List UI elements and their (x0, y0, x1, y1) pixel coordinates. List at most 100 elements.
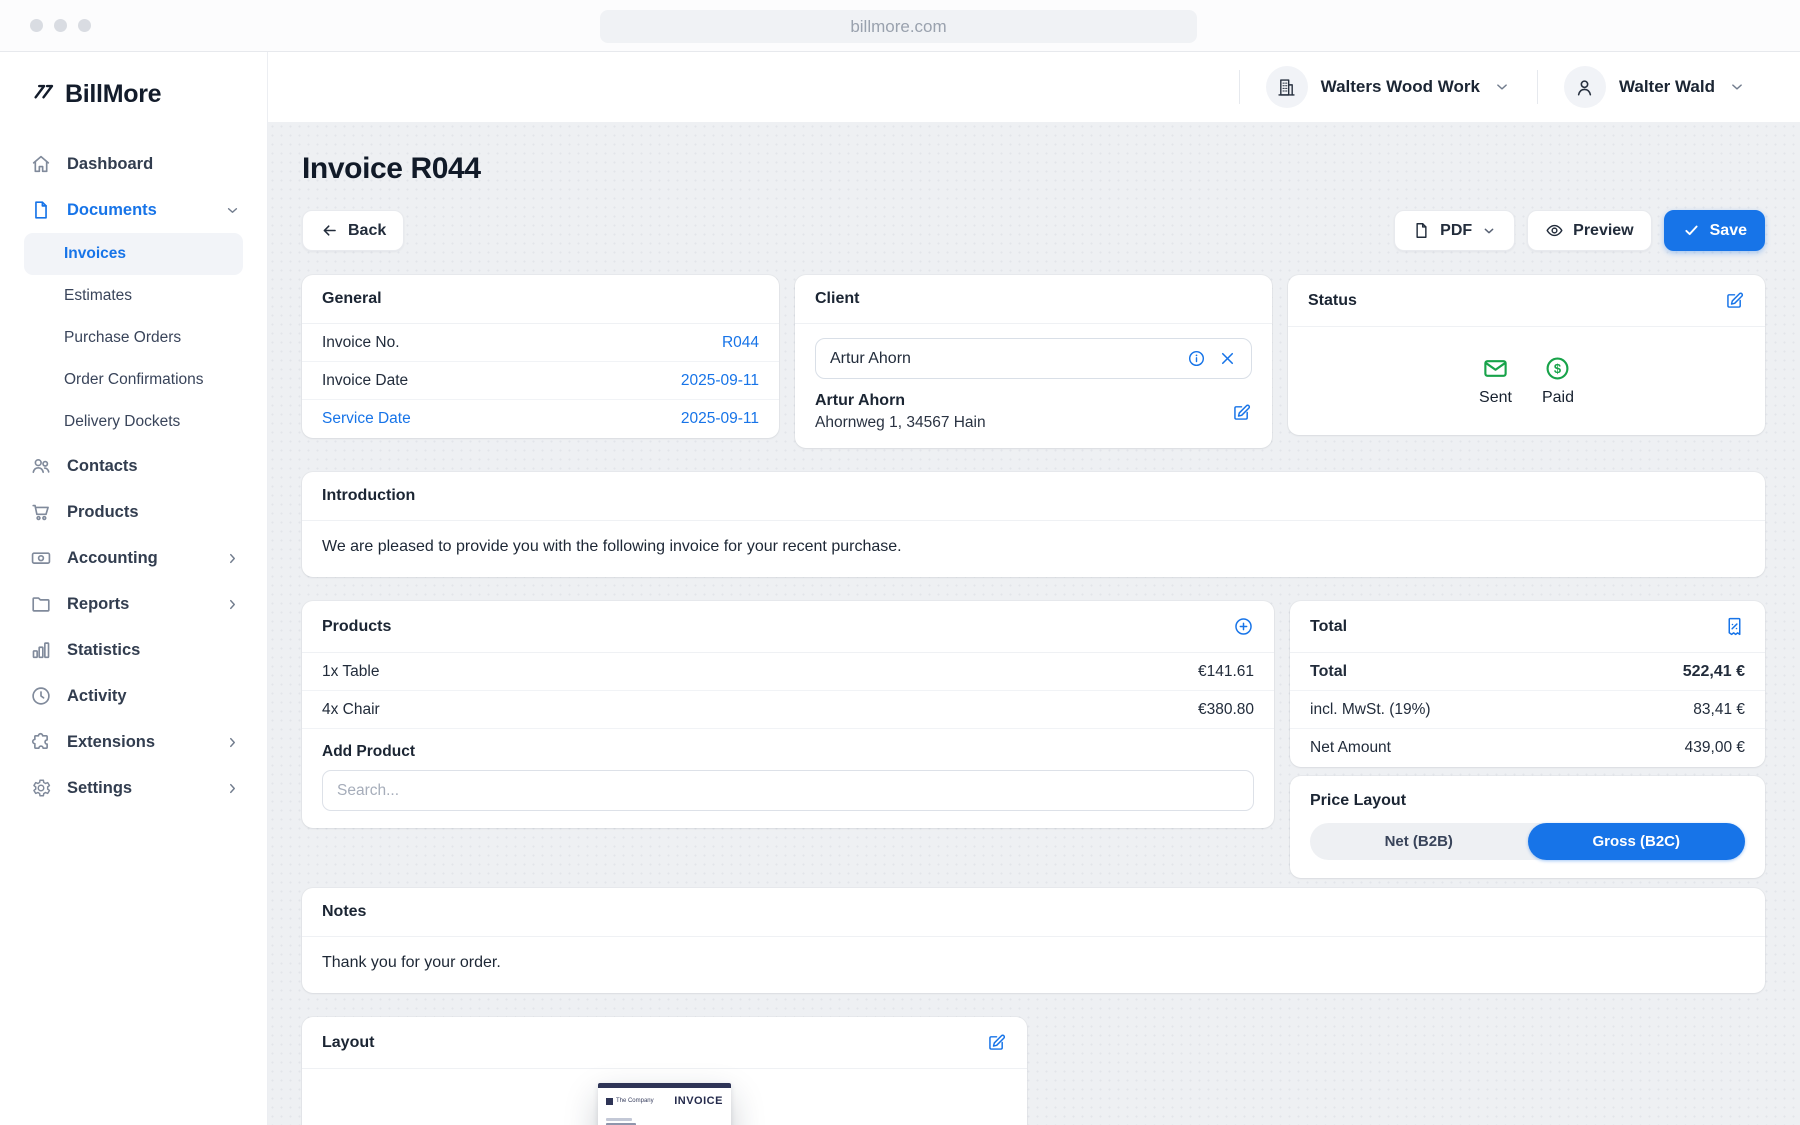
status-badge-sent: Sent (1479, 355, 1512, 407)
window-close-button[interactable] (30, 19, 43, 32)
puzzle-icon (30, 731, 52, 753)
folder-icon (30, 593, 52, 615)
status-card-title: Status (1288, 275, 1765, 327)
price-layout-card: Price Layout Net (B2B) Gross (B2C) (1290, 776, 1765, 878)
sidebar-item-purchase-orders[interactable]: Purchase Orders (24, 317, 243, 359)
sidebar-item-documents[interactable]: Documents (0, 187, 267, 233)
introduction-card-title: Introduction (302, 472, 1765, 521)
svg-text:$: $ (1554, 361, 1561, 376)
client-card: Client Artur Ahorn Ahornweg 1, 34567 Hai… (795, 275, 1272, 448)
notes-text: Thank you for your order. (302, 937, 1765, 993)
building-icon (1276, 77, 1297, 98)
service-date-value[interactable]: 2025-09-11 (681, 410, 759, 428)
sidebar-item-products[interactable]: Products (0, 489, 267, 535)
invoice-no-label: Invoice No. (322, 334, 400, 352)
thumbnail-invoice-title: INVOICE (674, 1095, 723, 1107)
sidebar-item-estimates[interactable]: Estimates (24, 275, 243, 317)
chevron-right-icon (224, 550, 241, 567)
sidebar-item-delivery-dockets[interactable]: Delivery Dockets (24, 401, 243, 443)
status-badge-paid: $ Paid (1542, 355, 1574, 407)
products-card: Products 1x Table €141.61 4x Chair €380.… (302, 601, 1274, 828)
page-content: Invoice R044 Back PDF Preview (268, 122, 1800, 1125)
invoice-no-value[interactable]: R044 (722, 334, 759, 352)
pdf-button[interactable]: PDF (1394, 210, 1515, 251)
toggle-option-net-b2b[interactable]: Net (B2B) (1310, 823, 1528, 860)
arrow-left-icon (320, 221, 339, 240)
client-details: Artur Ahorn Ahornweg 1, 34567 Hain (815, 392, 1252, 432)
close-icon[interactable] (1218, 349, 1237, 368)
envelope-icon (1482, 355, 1509, 382)
service-date-label[interactable]: Service Date (322, 410, 411, 428)
sidebar-item-dashboard[interactable]: Dashboard (0, 141, 267, 187)
preview-button[interactable]: Preview (1527, 210, 1651, 251)
company-switcher[interactable]: Walters Wood Work (1240, 66, 1537, 108)
net-amount-row: Net Amount 439,00 € (1290, 729, 1765, 767)
receipt-percent-icon[interactable] (1724, 616, 1745, 637)
total-card-title: Total (1290, 601, 1765, 653)
invoice-date-value[interactable]: 2025-09-11 (681, 372, 759, 390)
sidebar-item-accounting[interactable]: Accounting (0, 535, 267, 581)
plus-circle-icon[interactable] (1233, 616, 1254, 637)
app-logo[interactable]: BillMore (0, 52, 267, 109)
product-row[interactable]: 4x Chair €380.80 (302, 691, 1274, 729)
client-name: Artur Ahorn (815, 392, 986, 410)
sidebar-item-statistics[interactable]: Statistics (0, 627, 267, 673)
status-badges: Sent $ Paid (1288, 327, 1765, 435)
browser-chrome: billmore.com (0, 0, 1800, 52)
page-title: Invoice R044 (302, 152, 1765, 186)
thumbnail-company-logo: The Company (606, 1098, 654, 1105)
total-card: Total Total 522,41 € incl. MwSt. (19%) 8… (1290, 601, 1765, 767)
toggle-option-gross-b2c[interactable]: Gross (B2C) (1528, 823, 1746, 860)
save-button[interactable]: Save (1664, 210, 1765, 251)
cart-icon (30, 501, 52, 523)
bar-chart-icon (30, 639, 52, 661)
top-header: Walters Wood Work Walter Wald (268, 52, 1800, 122)
notes-card-title: Notes (302, 888, 1765, 937)
chevron-down-icon (1728, 78, 1746, 96)
invoice-template-thumbnail[interactable]: The Company INVOICE (598, 1083, 731, 1125)
user-menu[interactable]: Walter Wald (1538, 66, 1772, 108)
product-row[interactable]: 1x Table €141.61 (302, 653, 1274, 691)
introduction-card: Introduction We are pleased to provide y… (302, 472, 1765, 577)
general-card-title: General (302, 275, 779, 324)
client-card-title: Client (795, 275, 1272, 324)
edit-icon[interactable] (1231, 402, 1252, 423)
toolbar-actions: PDF Preview Save (1394, 210, 1765, 251)
sidebar-item-reports[interactable]: Reports (0, 581, 267, 627)
product-name: 1x Table (322, 663, 379, 681)
sidebar-item-invoices[interactable]: Invoices (24, 233, 243, 275)
sidebar: BillMore Dashboard Documents Invoices Es… (0, 52, 268, 1125)
product-price: €380.80 (1198, 701, 1254, 719)
url-bar[interactable]: billmore.com (600, 10, 1197, 43)
person-icon (1574, 77, 1595, 98)
sidebar-item-order-confirmations[interactable]: Order Confirmations (24, 359, 243, 401)
sidebar-item-contacts[interactable]: Contacts (0, 443, 267, 489)
status-card: Status Sent $ Paid (1288, 275, 1765, 435)
sidebar-item-settings[interactable]: Settings (0, 765, 267, 811)
price-layout-toggle: Net (B2B) Gross (B2C) (1310, 823, 1745, 860)
invoice-date-label: Invoice Date (322, 372, 408, 390)
edit-icon[interactable] (986, 1032, 1007, 1053)
sidebar-item-activity[interactable]: Activity (0, 673, 267, 719)
layout-card: Layout The Company INVOICE (302, 1017, 1027, 1125)
home-icon (30, 153, 52, 175)
dollar-circle-icon: $ (1544, 355, 1571, 382)
sidebar-item-extensions[interactable]: Extensions (0, 719, 267, 765)
window-maximize-button[interactable] (78, 19, 91, 32)
edit-icon[interactable] (1724, 290, 1745, 311)
layout-card-title: Layout (302, 1017, 1027, 1069)
client-address: Ahornweg 1, 34567 Hain (815, 414, 986, 432)
info-icon[interactable] (1187, 349, 1206, 368)
introduction-text: We are pleased to provide you with the f… (302, 521, 1765, 577)
app-logo-text: BillMore (65, 80, 161, 109)
company-avatar (1266, 66, 1308, 108)
general-card: General Invoice No. R044 Invoice Date 20… (302, 275, 779, 438)
check-icon (1682, 221, 1701, 240)
eye-icon (1545, 221, 1564, 240)
products-card-title: Products (302, 601, 1274, 653)
price-layout-title: Price Layout (1310, 792, 1745, 810)
sidebar-nav: Dashboard Documents Invoices Estimates P… (0, 141, 267, 811)
window-minimize-button[interactable] (54, 19, 67, 32)
back-button[interactable]: Back (302, 210, 404, 251)
product-search-input[interactable] (322, 770, 1254, 811)
